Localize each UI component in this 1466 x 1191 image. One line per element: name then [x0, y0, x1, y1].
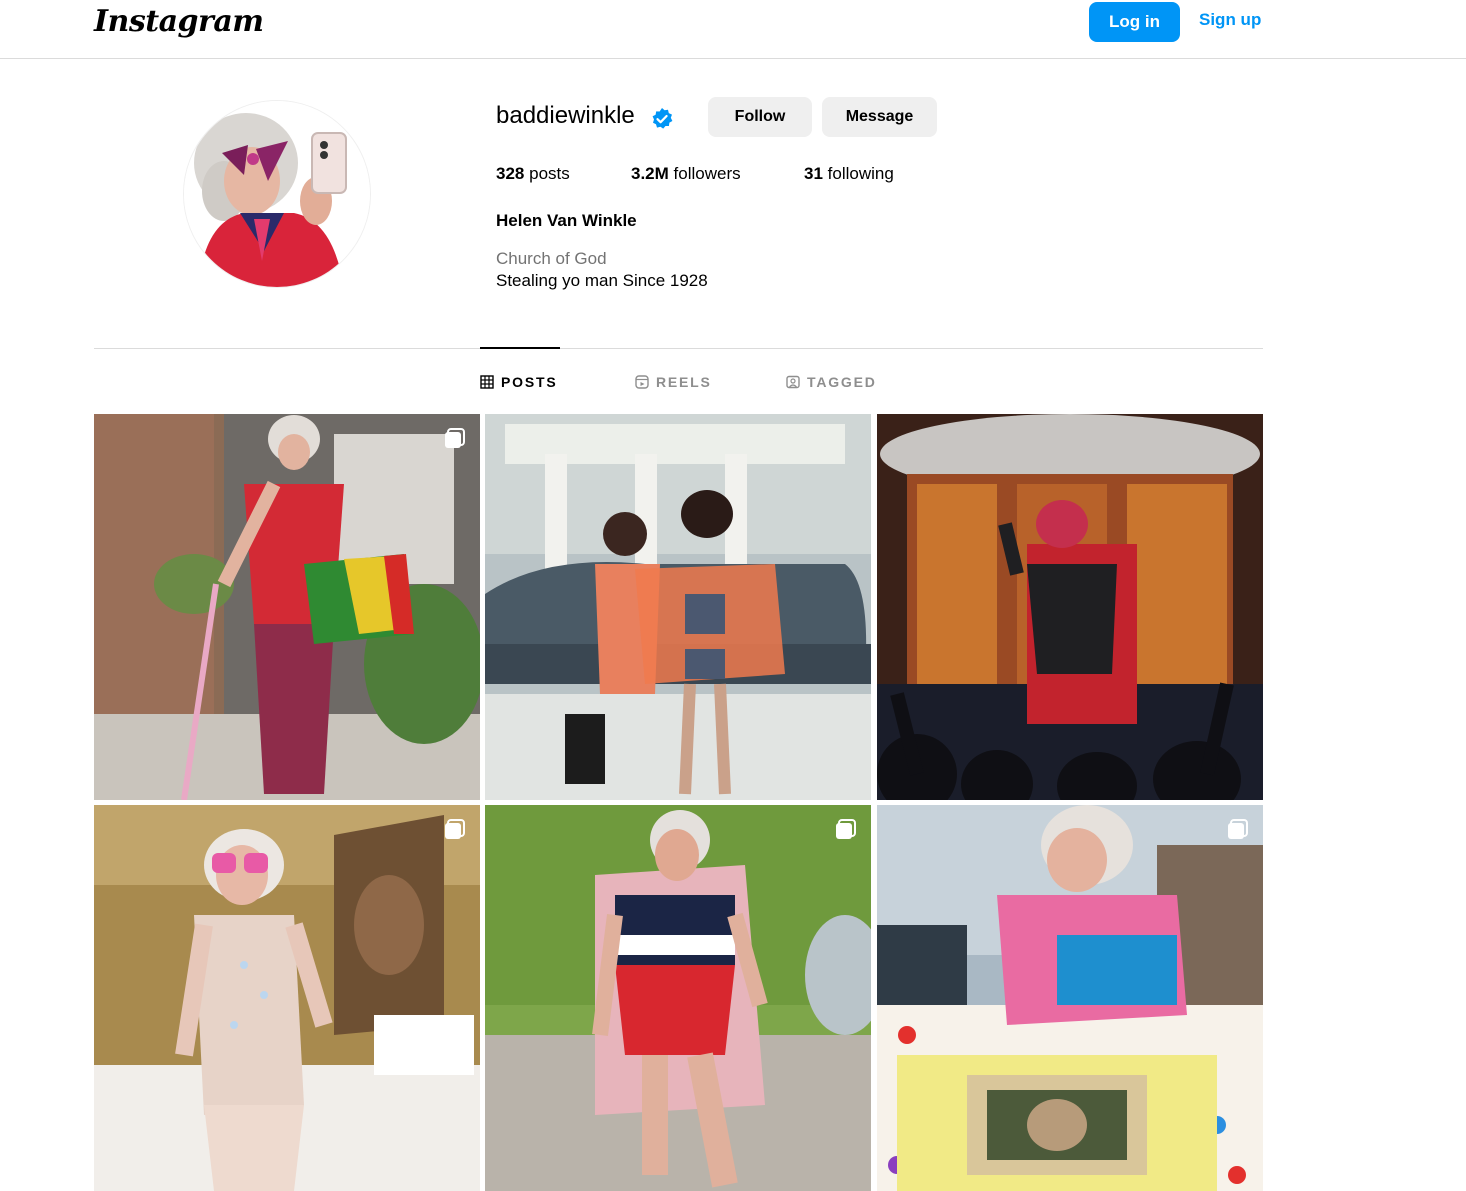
instagram-logo[interactable]: Instagram — [94, 4, 264, 39]
post-image — [877, 414, 1263, 800]
multiple-posts-icon — [445, 428, 465, 448]
profile-category: Church of God — [496, 249, 607, 268]
post-tile[interactable] — [877, 805, 1263, 1191]
profile-bio: Stealing yo man Since 1928 — [496, 271, 708, 290]
posts-count-stat: 328 posts — [496, 164, 570, 184]
active-tab-indicator — [480, 347, 560, 349]
tagged-icon — [786, 375, 800, 389]
tabs-divider — [94, 348, 1263, 349]
post-image — [485, 805, 871, 1191]
following-stat[interactable]: 31 following — [804, 164, 894, 184]
verified-badge-icon — [652, 108, 673, 129]
following-label: following — [827, 164, 894, 183]
tab-reels-label: REELS — [656, 374, 712, 390]
posts-label: posts — [529, 164, 570, 183]
followers-stat[interactable]: 3.2M followers — [631, 164, 741, 184]
login-button[interactable]: Log in — [1089, 2, 1180, 42]
followers-label: followers — [673, 164, 741, 183]
multiple-posts-icon — [445, 819, 465, 839]
post-tile[interactable] — [94, 414, 480, 800]
post-image — [94, 414, 480, 800]
post-tile[interactable] — [94, 805, 480, 1191]
top-navigation-bar: Instagram Log in Sign up — [0, 0, 1466, 59]
following-count: 31 — [804, 164, 823, 183]
tab-tagged-label: TAGGED — [807, 374, 877, 390]
tab-reels[interactable]: REELS — [635, 372, 712, 392]
tab-posts[interactable]: POSTS — [480, 372, 557, 392]
post-image — [877, 805, 1263, 1191]
posts-count: 328 — [496, 164, 525, 183]
follow-button[interactable]: Follow — [708, 97, 812, 137]
post-image — [485, 414, 871, 800]
avatar-image — [184, 101, 370, 287]
followers-count: 3.2M — [631, 164, 669, 183]
reels-icon — [635, 375, 649, 389]
profile-username: baddiewinkle — [496, 102, 635, 129]
post-tile[interactable] — [485, 805, 871, 1191]
tab-tagged[interactable]: TAGGED — [786, 372, 877, 392]
multiple-posts-icon — [1228, 819, 1248, 839]
signup-link[interactable]: Sign up — [1199, 10, 1261, 30]
grid-icon — [480, 375, 494, 389]
profile-avatar[interactable] — [183, 100, 371, 288]
post-image — [94, 805, 480, 1191]
post-tile[interactable] — [877, 414, 1263, 800]
multiple-posts-icon — [836, 819, 856, 839]
profile-full-name: Helen Van Winkle — [496, 211, 637, 230]
tab-posts-label: POSTS — [501, 374, 558, 390]
message-button[interactable]: Message — [822, 97, 937, 137]
post-tile[interactable] — [485, 414, 871, 800]
